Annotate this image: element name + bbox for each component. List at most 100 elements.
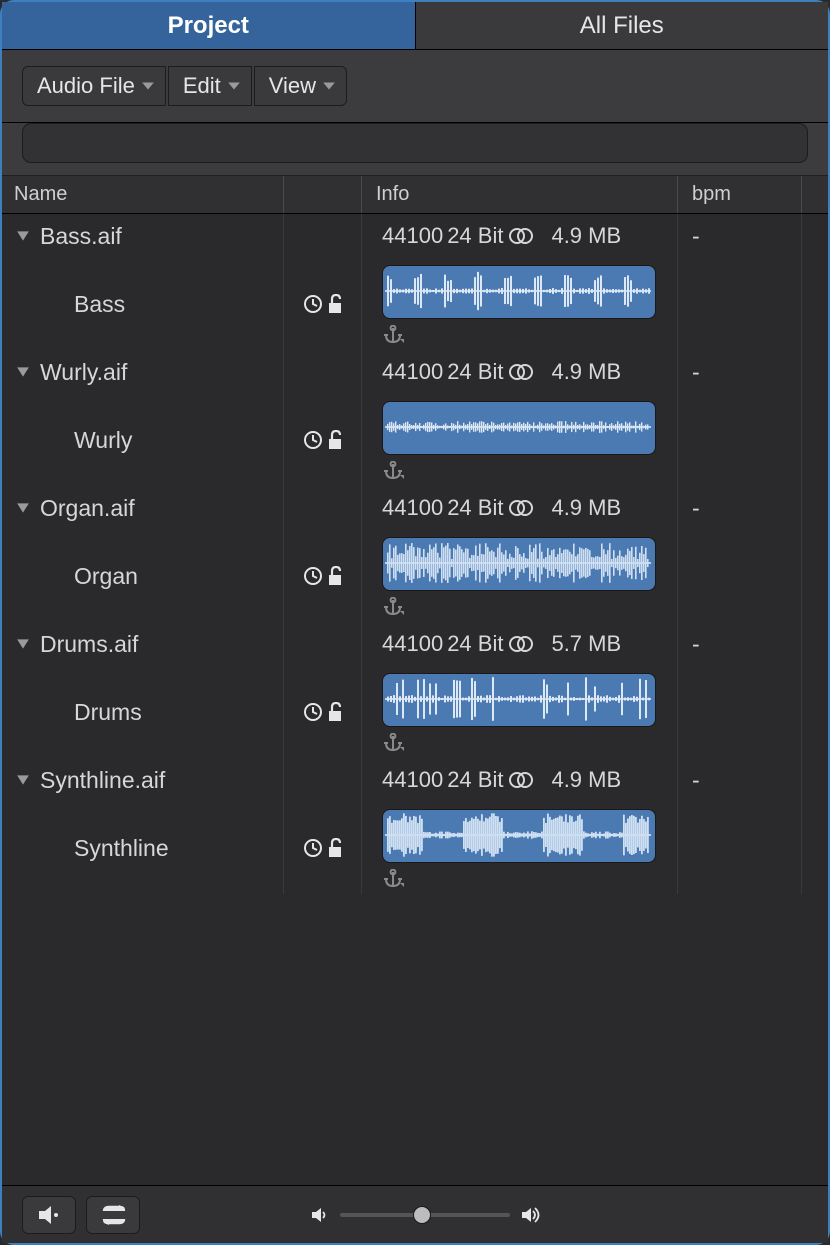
disclosure-triangle-icon[interactable]	[16, 773, 30, 787]
anchor-icon	[382, 597, 404, 617]
stereo-icon	[507, 771, 535, 789]
clock-icon	[303, 294, 323, 314]
waveform-graphic	[383, 266, 653, 316]
disclosure-triangle-icon[interactable]	[16, 637, 30, 651]
file-row[interactable]: Wurly.aif 44100 24 Bit 4.9 MB -	[2, 350, 828, 394]
sample-rate: 44100	[382, 767, 443, 793]
bit-depth: 24 Bit	[447, 223, 503, 249]
stereo-icon	[507, 227, 535, 245]
volume-high-icon	[520, 1206, 544, 1224]
region-row[interactable]: Wurly	[2, 394, 828, 486]
file-size: 4.9 MB	[551, 767, 621, 793]
menu-edit[interactable]: Edit	[168, 66, 252, 106]
loop-button[interactable]	[86, 1196, 140, 1234]
column-bpm[interactable]: bpm	[678, 176, 802, 213]
region-row[interactable]: Organ	[2, 530, 828, 622]
region-name: Synthline	[74, 835, 169, 862]
column-name[interactable]: Name	[2, 176, 284, 213]
chevron-down-icon	[227, 79, 241, 93]
chevron-down-icon	[322, 79, 336, 93]
waveform-graphic	[383, 810, 653, 860]
preview-footer	[2, 1185, 828, 1243]
disclosure-triangle-icon[interactable]	[16, 229, 30, 243]
file-name: Synthline.aif	[40, 767, 165, 794]
sample-rate: 44100	[382, 495, 443, 521]
column-info[interactable]: Info	[362, 176, 678, 213]
region-row[interactable]: Drums	[2, 666, 828, 758]
menu-label: View	[269, 73, 316, 99]
file-row[interactable]: Synthline.aif 44100 24 Bit 4.9 MB -	[2, 758, 828, 802]
tab-all-files[interactable]: All Files	[416, 2, 829, 49]
waveform-preview[interactable]	[382, 809, 656, 863]
bit-depth: 24 Bit	[447, 359, 503, 385]
bpm-value: -	[678, 758, 802, 802]
audio-browser-window: Project All Files Audio File Edit View N…	[2, 2, 828, 1243]
chevron-down-icon	[141, 79, 155, 93]
waveform-graphic	[383, 538, 653, 588]
menu-label: Audio File	[37, 73, 135, 99]
anchor-icon	[382, 325, 404, 345]
menu-view[interactable]: View	[254, 66, 347, 106]
waveform-preview[interactable]	[382, 401, 656, 455]
bit-depth: 24 Bit	[447, 767, 503, 793]
clock-icon	[303, 430, 323, 450]
volume-slider[interactable]	[340, 1213, 510, 1217]
preview-play-button[interactable]	[22, 1196, 76, 1234]
region-row[interactable]: Bass	[2, 258, 828, 350]
anchor-icon	[382, 869, 404, 889]
file-row[interactable]: Organ.aif 44100 24 Bit 4.9 MB -	[2, 486, 828, 530]
speaker-play-icon	[37, 1204, 61, 1226]
file-size: 4.9 MB	[551, 359, 621, 385]
region-name: Drums	[74, 699, 142, 726]
clock-icon	[303, 566, 323, 586]
unlock-icon	[327, 702, 343, 722]
slider-thumb[interactable]	[413, 1206, 431, 1224]
unlock-icon	[327, 430, 343, 450]
disclosure-triangle-icon[interactable]	[16, 365, 30, 379]
anchor-icon	[382, 733, 404, 753]
waveform-preview[interactable]	[382, 673, 656, 727]
file-row[interactable]: Bass.aif 44100 24 Bit 4.9 MB -	[2, 214, 828, 258]
file-name: Bass.aif	[40, 223, 122, 250]
sample-rate: 44100	[382, 631, 443, 657]
file-name: Organ.aif	[40, 495, 135, 522]
waveform-preview[interactable]	[382, 537, 656, 591]
stereo-icon	[507, 363, 535, 381]
column-headers: Name Info bpm	[2, 176, 828, 214]
file-row[interactable]: Drums.aif 44100 24 Bit 5.7 MB -	[2, 622, 828, 666]
menu-label: Edit	[183, 73, 221, 99]
column-status[interactable]	[284, 176, 362, 213]
waveform-preview[interactable]	[382, 265, 656, 319]
loop-icon	[100, 1205, 126, 1225]
stereo-icon	[507, 499, 535, 517]
bit-depth: 24 Bit	[447, 631, 503, 657]
file-name: Drums.aif	[40, 631, 138, 658]
bpm-value: -	[678, 486, 802, 530]
file-list: Bass.aif 44100 24 Bit 4.9 MB - Bass Wurl…	[2, 214, 828, 1185]
anchor-icon	[382, 461, 404, 481]
search-input[interactable]	[22, 123, 808, 163]
disclosure-triangle-icon[interactable]	[16, 501, 30, 515]
region-name: Wurly	[74, 427, 132, 454]
unlock-icon	[327, 294, 343, 314]
region-name: Bass	[74, 291, 125, 318]
bpm-value: -	[678, 214, 802, 258]
sample-rate: 44100	[382, 359, 443, 385]
sample-rate: 44100	[382, 223, 443, 249]
volume-control	[310, 1206, 544, 1224]
unlock-icon	[327, 566, 343, 586]
stereo-icon	[507, 635, 535, 653]
tab-project[interactable]: Project	[2, 2, 416, 49]
bpm-value: -	[678, 350, 802, 394]
region-name: Organ	[74, 563, 138, 590]
clock-icon	[303, 838, 323, 858]
toolbar: Audio File Edit View	[2, 50, 828, 176]
clock-icon	[303, 702, 323, 722]
region-row[interactable]: Synthline	[2, 802, 828, 894]
unlock-icon	[327, 838, 343, 858]
menu-audio-file[interactable]: Audio File	[22, 66, 166, 106]
waveform-graphic	[383, 674, 653, 724]
waveform-graphic	[383, 402, 653, 452]
volume-low-icon	[310, 1206, 330, 1224]
file-size: 5.7 MB	[551, 631, 621, 657]
